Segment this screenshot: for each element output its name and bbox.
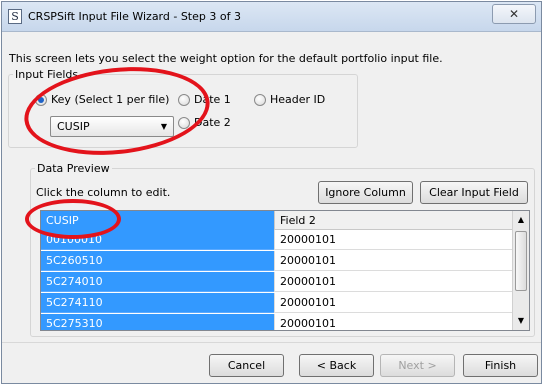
footer-divider: [2, 342, 541, 343]
column-header-2[interactable]: Field 2: [274, 211, 512, 230]
table-cell[interactable]: 00100010: [41, 230, 274, 250]
ignore-column-button[interactable]: Ignore Column: [318, 181, 413, 204]
radio-key[interactable]: Key (Select 1 per file): [35, 93, 169, 106]
title-bar: S CRSPSift Input File Wizard - Step 3 of…: [2, 2, 541, 32]
input-fields-legend: Input Fields: [15, 68, 79, 81]
table-cell[interactable]: 20000101: [274, 293, 512, 313]
window-title: CRSPSift Input File Wizard - Step 3 of 3: [28, 10, 241, 23]
wizard-window: S CRSPSift Input File Wizard - Step 3 of…: [1, 1, 542, 384]
preview-hint: Click the column to edit.: [36, 186, 171, 199]
table-cell[interactable]: 20000101: [274, 272, 512, 292]
key-field-select[interactable]: CUSIP ▼: [50, 116, 174, 137]
radio-header-id-dot: [254, 93, 266, 106]
radio-date2[interactable]: Date 2: [178, 116, 231, 129]
radio-date1-dot: [178, 93, 190, 106]
table-cell[interactable]: 5C275310: [41, 314, 274, 330]
data-preview-legend: Data Preview: [37, 162, 110, 175]
chevron-down-icon: ▼: [160, 122, 167, 131]
radio-date2-dot: [178, 116, 190, 129]
back-button[interactable]: < Back: [299, 354, 374, 377]
close-button[interactable]: ✕: [492, 4, 536, 24]
vertical-scrollbar[interactable]: ▲ ▼: [512, 211, 529, 330]
table-cell[interactable]: 20000101: [274, 314, 512, 330]
data-preview-grid: CUSIP Field 2 00100010 20000101 5C260510…: [40, 210, 530, 331]
next-button[interactable]: Next >: [380, 354, 455, 377]
clear-input-field-button[interactable]: Clear Input Field: [420, 181, 528, 204]
table-cell[interactable]: 5C260510: [41, 251, 274, 271]
table-cell[interactable]: 5C274010: [41, 272, 274, 292]
radio-date2-label: Date 2: [194, 116, 231, 129]
scroll-down-icon[interactable]: ▼: [515, 313, 527, 329]
finish-button[interactable]: Finish: [463, 354, 538, 377]
key-field-value: CUSIP: [57, 120, 90, 133]
scroll-thumb[interactable]: [515, 231, 527, 291]
column-header-1[interactable]: CUSIP: [41, 211, 274, 230]
scroll-up-icon[interactable]: ▲: [515, 212, 527, 228]
intro-text: This screen lets you select the weight o…: [9, 52, 443, 65]
table-cell[interactable]: 5C274110: [41, 293, 274, 313]
table-cell[interactable]: 20000101: [274, 230, 512, 250]
radio-key-dot: [35, 93, 47, 106]
cancel-button[interactable]: Cancel: [209, 354, 284, 377]
app-icon: S: [8, 9, 22, 24]
radio-date1-label: Date 1: [194, 93, 231, 106]
radio-date1[interactable]: Date 1: [178, 93, 231, 106]
radio-key-label: Key (Select 1 per file): [51, 93, 170, 106]
table-cell[interactable]: 20000101: [274, 251, 512, 271]
radio-header-id[interactable]: Header ID: [254, 93, 325, 106]
radio-header-id-label: Header ID: [270, 93, 326, 106]
